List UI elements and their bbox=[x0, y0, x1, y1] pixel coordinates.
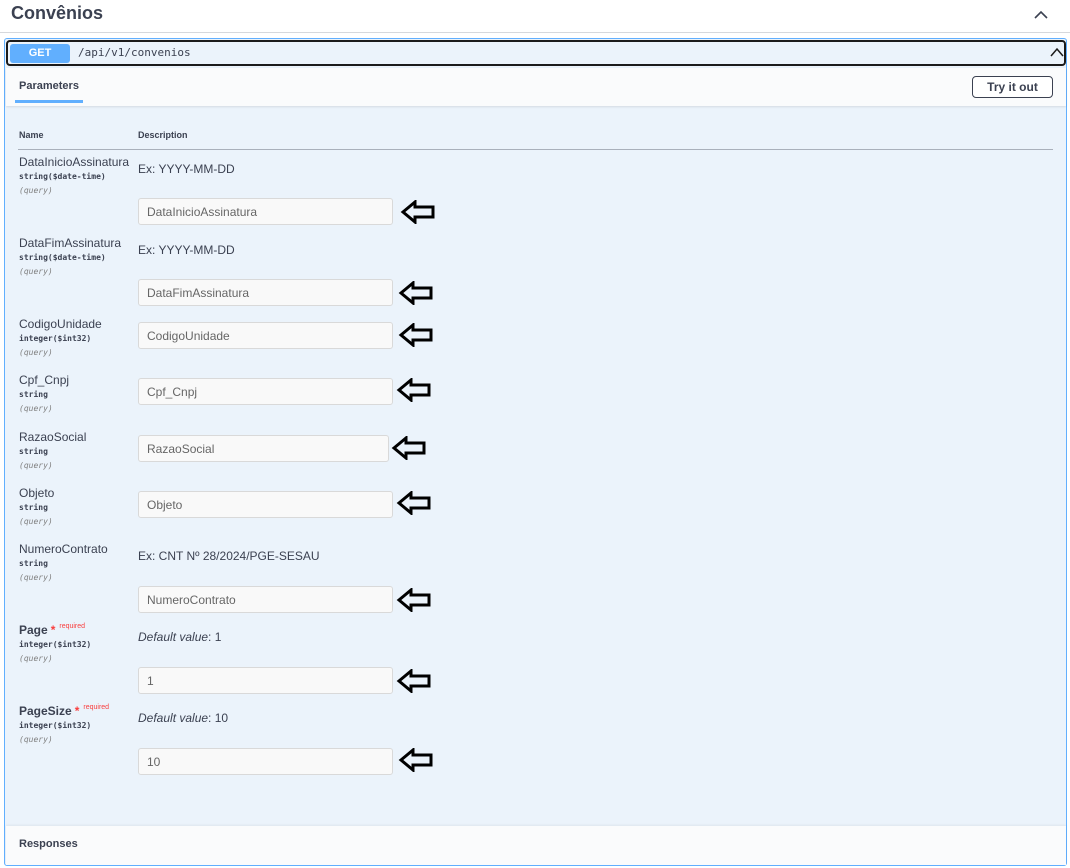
param-location: (query) bbox=[19, 404, 53, 413]
param-type: string bbox=[19, 503, 48, 512]
param-location: (query) bbox=[19, 654, 53, 663]
left-arrow-icon bbox=[398, 748, 433, 772]
column-header-description: Description bbox=[138, 130, 188, 140]
left-arrow-icon bbox=[396, 588, 431, 612]
param-location: (query) bbox=[19, 186, 53, 195]
param-input[interactable] bbox=[138, 378, 393, 405]
parameters-section-header: Parameters Try it out bbox=[6, 68, 1066, 106]
required-label: required bbox=[83, 704, 110, 711]
required-star: * bbox=[50, 623, 56, 637]
responses-title: Responses bbox=[19, 838, 78, 850]
param-name: NumeroContrato bbox=[19, 542, 108, 556]
default-value: 1 bbox=[214, 630, 222, 644]
param-location: (query) bbox=[19, 735, 53, 744]
try-it-out-button[interactable]: Try it out bbox=[972, 76, 1053, 98]
tag-title: Convênios bbox=[11, 3, 104, 23]
param-description: Ex: YYYY-MM-DD bbox=[138, 162, 235, 176]
left-arrow-icon bbox=[391, 436, 426, 460]
required-star: * bbox=[74, 704, 80, 718]
param-input[interactable] bbox=[138, 667, 393, 694]
required-label: required bbox=[59, 623, 86, 630]
param-description: Ex: CNT Nº 28/2024/PGE-SESAU bbox=[138, 549, 320, 563]
param-input[interactable] bbox=[138, 198, 393, 225]
param-input[interactable] bbox=[138, 748, 393, 775]
param-default: Default value: 1 bbox=[138, 630, 221, 644]
tab-active-indicator bbox=[15, 100, 83, 103]
param-name: RazaoSocial bbox=[19, 430, 87, 444]
param-type: string bbox=[19, 447, 48, 456]
param-type: string bbox=[19, 559, 48, 568]
param-name-text: PageSize bbox=[19, 704, 72, 718]
param-type: integer($int32) bbox=[19, 640, 92, 649]
responses-section-header: Responses bbox=[6, 826, 1066, 865]
param-name-text: Page bbox=[19, 623, 48, 637]
param-type: integer($int32) bbox=[19, 721, 92, 730]
header-divider bbox=[18, 149, 1053, 150]
param-description: Ex: YYYY-MM-DD bbox=[138, 243, 235, 257]
param-input[interactable] bbox=[138, 491, 393, 518]
operation-path: /api/v1/convenios bbox=[78, 46, 191, 59]
left-arrow-icon bbox=[396, 491, 431, 515]
default-separator: : bbox=[208, 630, 215, 644]
chevron-up-icon[interactable] bbox=[1030, 4, 1052, 26]
left-arrow-icon bbox=[398, 281, 433, 305]
param-type: string bbox=[19, 390, 48, 399]
default-value: 10 bbox=[214, 711, 229, 725]
param-name: DataFimAssinatura bbox=[19, 236, 122, 250]
param-location: (query) bbox=[19, 267, 53, 276]
default-label: Default value bbox=[138, 711, 209, 725]
operation-block: GET /api/v1/convenios Parameters Try it … bbox=[4, 38, 1067, 866]
left-arrow-icon bbox=[396, 378, 431, 402]
param-name: Page * required bbox=[19, 623, 85, 637]
param-name: CodigoUnidade bbox=[19, 317, 102, 331]
param-input[interactable] bbox=[138, 435, 389, 462]
left-arrow-icon bbox=[400, 200, 435, 224]
tab-parameters[interactable]: Parameters bbox=[19, 80, 79, 92]
param-type: string($date-time) bbox=[19, 253, 106, 262]
param-name: Objeto bbox=[19, 486, 55, 500]
operation-summary[interactable]: GET /api/v1/convenios bbox=[6, 40, 1066, 66]
param-location: (query) bbox=[19, 461, 53, 470]
param-location: (query) bbox=[19, 517, 53, 526]
default-label: Default value bbox=[138, 630, 209, 644]
chevron-up-icon[interactable] bbox=[1048, 43, 1066, 63]
method-badge: GET bbox=[10, 44, 70, 63]
left-arrow-icon bbox=[396, 669, 431, 693]
param-name: DataInicioAssinatura bbox=[19, 155, 130, 169]
column-header-name: Name bbox=[19, 130, 44, 140]
default-separator: : bbox=[208, 711, 215, 725]
param-input[interactable] bbox=[138, 586, 393, 613]
param-location: (query) bbox=[19, 348, 53, 357]
param-default: Default value: 10 bbox=[138, 711, 228, 725]
param-name: PageSize * required bbox=[19, 704, 109, 718]
tag-header[interactable]: Convênios bbox=[0, 0, 1070, 33]
param-type: integer($int32) bbox=[19, 334, 92, 343]
param-name: Cpf_Cnpj bbox=[19, 373, 70, 387]
param-input[interactable] bbox=[138, 279, 393, 306]
param-location: (query) bbox=[19, 573, 53, 582]
left-arrow-icon bbox=[398, 323, 433, 347]
param-input[interactable] bbox=[138, 322, 393, 349]
param-type: string($date-time) bbox=[19, 172, 106, 181]
